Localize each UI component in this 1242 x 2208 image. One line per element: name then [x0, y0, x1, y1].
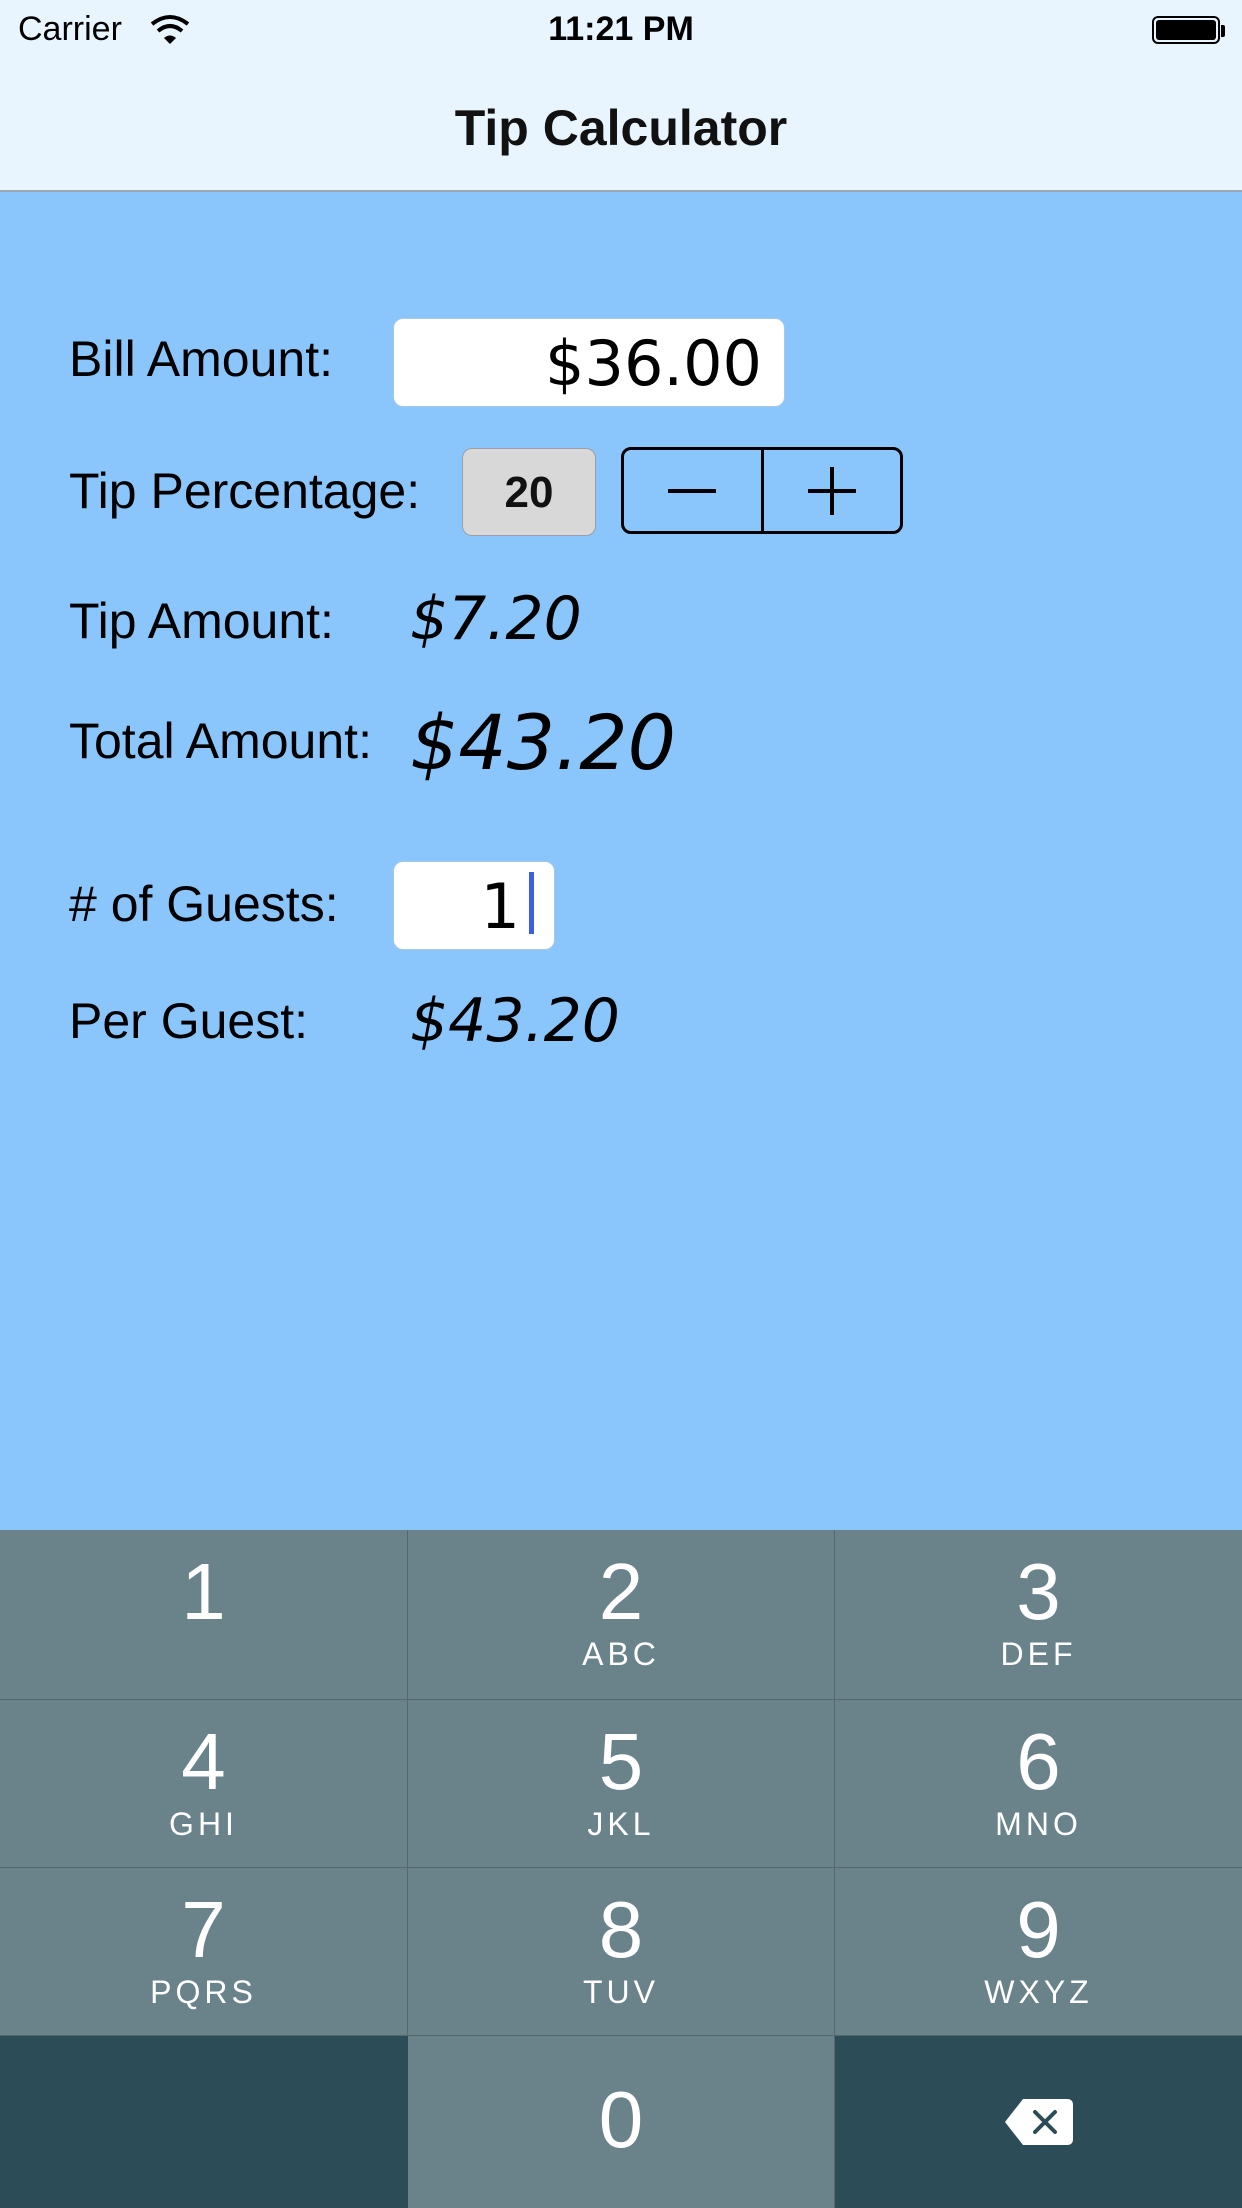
key-3[interactable]: 3 DEF — [835, 1530, 1242, 1700]
text-cursor — [529, 872, 534, 934]
key-letters: JKL — [587, 1806, 655, 1842]
backspace-icon — [1004, 2099, 1073, 2145]
key-letters: GHI — [169, 1806, 238, 1842]
per-guest-value: $43.20 — [410, 986, 620, 1056]
delete-key[interactable] — [835, 2036, 1242, 2208]
tip-percentage-label: Tip Percentage: — [69, 463, 421, 519]
key-2[interactable]: 2 ABC — [408, 1530, 835, 1700]
tip-percentage-value: 20 — [462, 448, 596, 536]
key-6[interactable]: 6 MNO — [835, 1700, 1242, 1868]
guests-value: 1 — [480, 870, 520, 943]
key-1[interactable]: 1 — [0, 1530, 408, 1700]
key-digit: 5 — [598, 1717, 644, 1806]
key-8[interactable]: 8 TUV — [408, 1868, 835, 2036]
key-7[interactable]: 7 PQRS — [0, 1868, 408, 2036]
key-digit: 0 — [598, 2075, 644, 2164]
key-digit: 9 — [1016, 1885, 1061, 1974]
key-digit: 3 — [1016, 1547, 1061, 1636]
blank-key — [0, 2036, 408, 2208]
key-digit: 7 — [181, 1885, 226, 1974]
numeric-keypad: 1 2 ABC 3 DEF 4 GHI 5 JKL 6 MNO 7 PQRS 8… — [0, 1530, 1242, 2208]
minus-icon — [668, 488, 717, 493]
per-guest-label: Per Guest: — [69, 993, 308, 1049]
key-letters: DEF — [1000, 1636, 1077, 1672]
bill-amount-field[interactable]: $36.00 — [393, 318, 785, 407]
increment-button[interactable] — [760, 450, 901, 531]
key-digit: 8 — [598, 1885, 644, 1974]
total-amount-label: Total Amount: — [69, 713, 372, 769]
key-9[interactable]: 9 WXYZ — [835, 1868, 1242, 2036]
decrement-button[interactable] — [624, 450, 761, 531]
key-digit: 2 — [598, 1547, 644, 1636]
battery-icon — [1152, 16, 1220, 44]
key-letters: WXYZ — [984, 1974, 1093, 2010]
key-digit: 1 — [181, 1547, 226, 1636]
status-bar: Carrier 11:21 PM — [0, 0, 1242, 62]
tip-amount-label: Tip Amount: — [69, 593, 334, 649]
guests-field[interactable]: 1 — [393, 861, 555, 950]
key-letters: TUV — [583, 1974, 659, 2010]
key-5[interactable]: 5 JKL — [408, 1700, 835, 1868]
status-time: 11:21 PM — [548, 10, 694, 48]
navigation-bar: Tip Calculator — [0, 62, 1242, 192]
battery-tip — [1221, 25, 1225, 37]
key-letters: ABC — [582, 1636, 660, 1672]
key-0[interactable]: 0 — [408, 2036, 835, 2208]
page-title: Tip Calculator — [454, 100, 788, 156]
key-4[interactable]: 4 GHI — [0, 1700, 408, 1868]
total-amount-value: $43.20 — [410, 698, 676, 787]
key-digit: 6 — [1016, 1717, 1061, 1806]
guests-label: # of Guests: — [69, 876, 339, 932]
tip-amount-value: $7.20 — [410, 584, 582, 654]
key-letters: MNO — [995, 1806, 1082, 1842]
bill-amount-value: $36.00 — [545, 327, 762, 400]
key-digit: 4 — [181, 1717, 226, 1806]
bill-amount-label: Bill Amount: — [69, 331, 334, 387]
tip-percentage-stepper[interactable] — [621, 447, 903, 534]
key-letters: PQRS — [150, 1974, 257, 2010]
